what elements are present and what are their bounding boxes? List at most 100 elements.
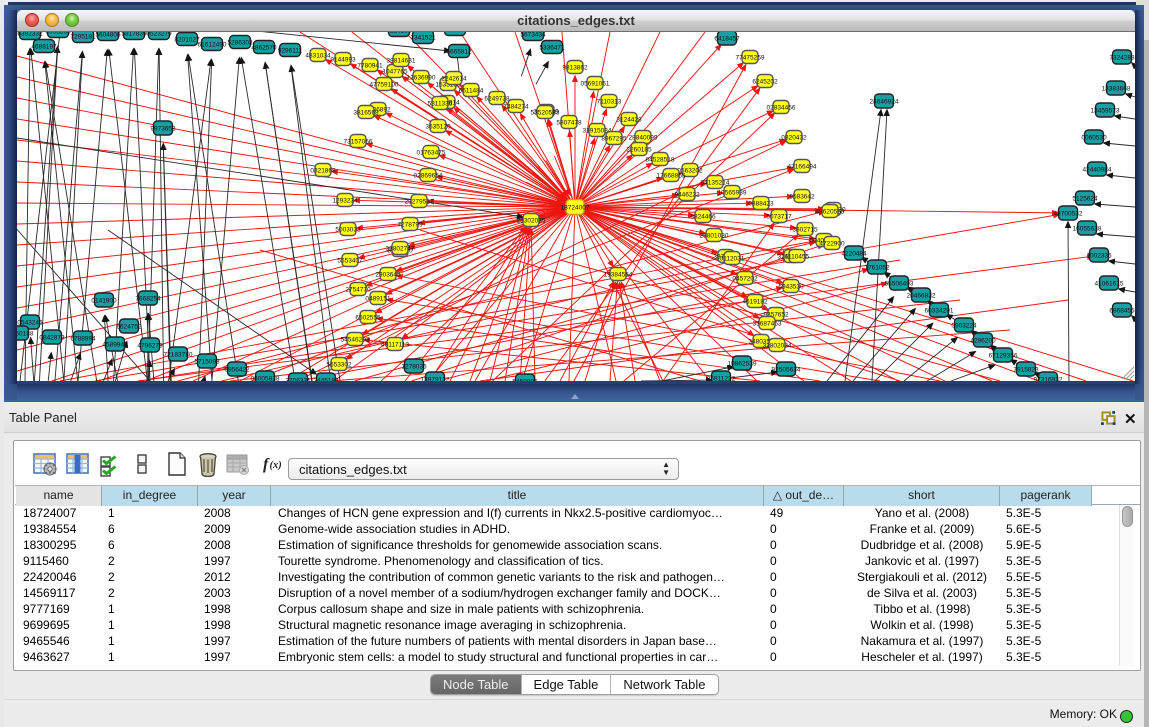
svg-text:1110455: 1110455 xyxy=(785,253,810,260)
svg-text:4796279: 4796279 xyxy=(137,342,163,349)
svg-text:4831034: 4831034 xyxy=(305,52,331,59)
svg-text:7484274: 7484274 xyxy=(503,103,529,110)
svg-text:7110313: 7110313 xyxy=(597,98,622,105)
svg-text:54546293: 54546293 xyxy=(341,336,370,343)
svg-text:47759100: 47759100 xyxy=(370,81,399,88)
svg-text:6245202: 6245202 xyxy=(752,78,778,85)
svg-text:9144993: 9144993 xyxy=(330,56,356,63)
svg-text:12636990: 12636990 xyxy=(407,74,436,81)
svg-text:48117113: 48117113 xyxy=(381,341,409,348)
svg-text:6249738: 6249738 xyxy=(484,95,510,102)
svg-text:3816568: 3816568 xyxy=(353,109,379,116)
svg-text:24646924: 24646924 xyxy=(870,98,899,105)
svg-text:0543246: 0543246 xyxy=(17,319,43,326)
svg-text:18724007: 18724007 xyxy=(561,204,590,211)
svg-text:9446222: 9446222 xyxy=(674,191,700,198)
svg-text:5311336: 5311336 xyxy=(428,100,453,107)
svg-text:29279527: 29279527 xyxy=(405,198,434,205)
svg-text:36560188: 36560188 xyxy=(17,330,34,337)
svg-text:0321868: 0321868 xyxy=(310,167,336,174)
svg-text:7668254: 7668254 xyxy=(135,295,161,302)
svg-text:5125624: 5125624 xyxy=(1072,195,1098,202)
svg-text:7324288: 7324288 xyxy=(1109,54,1135,61)
svg-text:2903645: 2903645 xyxy=(375,271,401,278)
svg-text:73157066: 73157066 xyxy=(344,138,373,145)
svg-text:10565939: 10565939 xyxy=(718,189,747,196)
svg-text:6993563: 6993563 xyxy=(45,32,71,35)
svg-text:1293234: 1293234 xyxy=(332,197,358,204)
svg-text:19384554: 19384554 xyxy=(604,271,633,278)
svg-text:0842873: 0842873 xyxy=(39,334,65,341)
svg-text:42440984: 42440984 xyxy=(1083,166,1112,173)
svg-text:05691061: 05691061 xyxy=(581,80,610,87)
svg-text:60334291: 60334291 xyxy=(925,307,954,314)
svg-text:7915823: 7915823 xyxy=(1013,366,1039,373)
svg-text:6611484: 6611484 xyxy=(459,87,484,94)
svg-text:7295181: 7295181 xyxy=(70,33,96,40)
svg-text:47166494: 47166494 xyxy=(788,163,817,170)
svg-text:16055638: 16055638 xyxy=(1073,225,1102,232)
svg-text:5807478: 5807478 xyxy=(556,119,582,126)
svg-text:53520583: 53520583 xyxy=(531,109,560,116)
svg-text:5286303: 5286303 xyxy=(227,39,253,46)
svg-text:7278799: 7278799 xyxy=(397,221,423,228)
svg-text:5003033: 5003033 xyxy=(335,226,361,233)
svg-text:4619182: 4619182 xyxy=(742,298,768,305)
svg-text:5604806: 5604806 xyxy=(95,32,121,38)
svg-text:55506493: 55506493 xyxy=(885,280,914,287)
svg-text:10862539: 10862539 xyxy=(728,360,757,367)
svg-text:2242614: 2242614 xyxy=(441,75,467,82)
svg-text:02834456: 02834456 xyxy=(767,104,796,111)
svg-text:0489151: 0489151 xyxy=(365,295,391,302)
svg-text:67129356: 67129356 xyxy=(989,352,1018,359)
svg-text:4722900: 4722900 xyxy=(819,240,845,247)
svg-text:33802747: 33802747 xyxy=(386,245,415,252)
svg-text:7341521: 7341521 xyxy=(410,34,436,41)
svg-text:0820432: 0820432 xyxy=(781,134,807,141)
svg-text:4688197: 4688197 xyxy=(31,43,57,50)
svg-text:9296111: 9296111 xyxy=(278,47,303,54)
svg-text:92505634: 92505634 xyxy=(772,366,801,373)
svg-text:3124428: 3124428 xyxy=(616,116,642,123)
svg-text:31802034: 31802034 xyxy=(763,342,792,349)
svg-text:9583642: 9583642 xyxy=(789,193,815,200)
svg-text:0903224: 0903224 xyxy=(951,322,977,329)
svg-text:41061615: 41061615 xyxy=(1095,280,1124,287)
svg-text:0888423: 0888423 xyxy=(748,200,774,207)
svg-text:3635120: 3635120 xyxy=(425,123,451,130)
svg-text:39814631: 39814631 xyxy=(387,57,416,64)
svg-text:9973653: 9973653 xyxy=(150,125,176,132)
svg-text:6502555: 6502555 xyxy=(355,314,381,321)
svg-text:13459573: 13459573 xyxy=(1091,107,1120,114)
svg-text:5673434: 5673434 xyxy=(520,32,546,38)
svg-text:4226238: 4226238 xyxy=(386,32,412,34)
svg-text:8824466: 8824466 xyxy=(690,213,716,220)
svg-text:1002335: 1002335 xyxy=(1086,252,1112,259)
svg-text:4296200: 4296200 xyxy=(970,337,996,344)
svg-text:02869654: 02869654 xyxy=(414,172,443,179)
svg-text:0523279: 0523279 xyxy=(146,32,172,37)
svg-text:7780941: 7780941 xyxy=(357,62,383,69)
svg-text:2754770: 2754770 xyxy=(345,286,371,293)
svg-text:25801030: 25801030 xyxy=(700,232,729,239)
svg-text:01763475: 01763475 xyxy=(417,149,446,156)
svg-text:5943530: 5943530 xyxy=(778,283,804,290)
svg-text:1047765: 1047765 xyxy=(382,68,408,75)
svg-text:0060530: 0060530 xyxy=(1081,134,1107,141)
svg-text:5553407: 5553407 xyxy=(337,257,363,264)
svg-text:6665812: 6665812 xyxy=(446,48,472,55)
svg-text:0956422: 0956422 xyxy=(224,366,250,373)
svg-text:72183780: 72183780 xyxy=(164,351,193,358)
svg-text:4589943: 4589943 xyxy=(102,341,128,348)
svg-text:40905366: 40905366 xyxy=(441,32,470,33)
svg-text:13383668: 13383668 xyxy=(1102,85,1131,92)
svg-text:23302035: 23302035 xyxy=(517,217,546,224)
svg-text:5715098: 5715098 xyxy=(194,358,220,365)
svg-text:0141900: 0141900 xyxy=(91,297,117,304)
svg-text:84528518: 84528518 xyxy=(646,156,675,163)
svg-text:77475259: 77475259 xyxy=(736,54,765,61)
svg-text:20466832: 20466832 xyxy=(907,292,936,299)
svg-text:6868455: 6868455 xyxy=(1109,307,1135,314)
svg-text:8967295: 8967295 xyxy=(601,135,627,142)
svg-text:(x): (x) xyxy=(270,460,282,471)
